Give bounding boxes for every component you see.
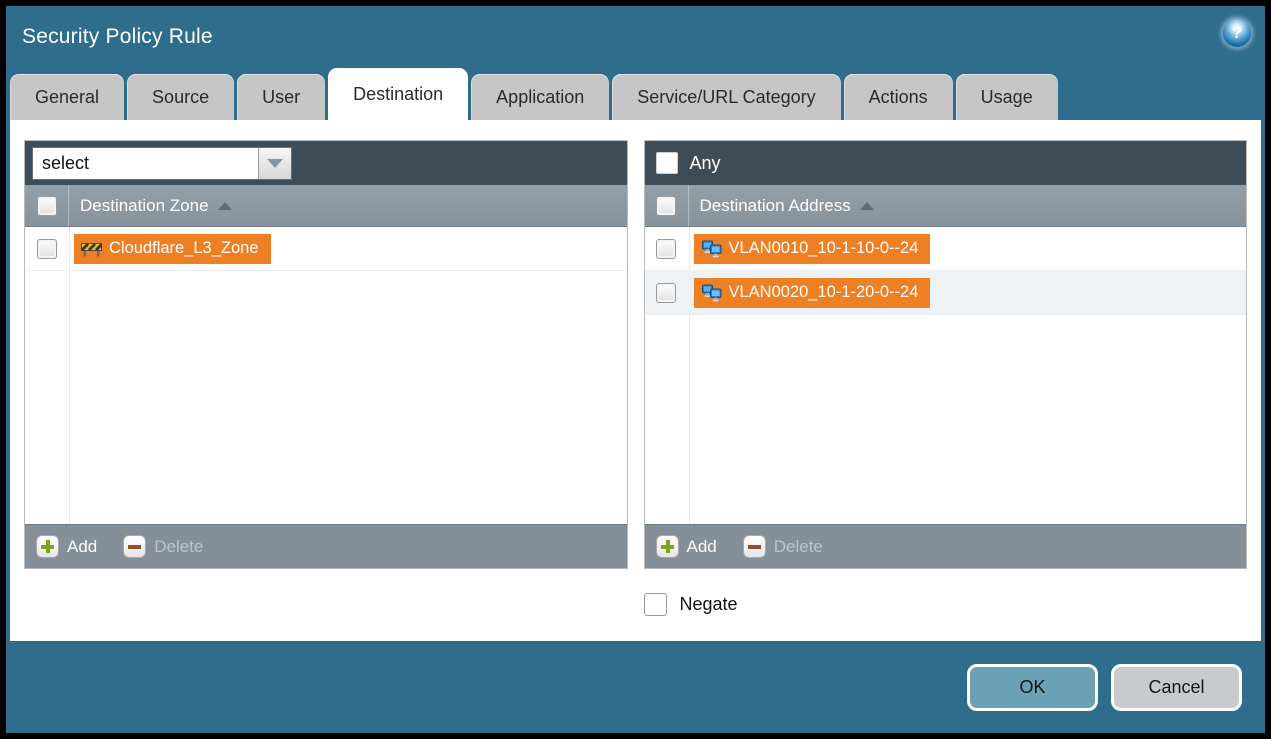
- address-chip[interactable]: VLAN0020_10-1-20-0--24: [694, 278, 931, 308]
- negate-row: Negate: [24, 589, 1247, 619]
- tab-service-url-category[interactable]: Service/URL Category: [612, 74, 840, 120]
- tab-application[interactable]: Application: [471, 74, 609, 120]
- zone-row-checkbox[interactable]: [37, 239, 57, 259]
- delete-icon: [743, 535, 766, 558]
- address-icon: [701, 240, 722, 258]
- dialog-titlebar: Security Policy Rule ?: [6, 6, 1265, 68]
- zone-panel-toolbar: [25, 141, 627, 185]
- zone-column-header: Destination Zone: [25, 185, 627, 227]
- add-icon: [656, 535, 679, 558]
- destination-zone-panel: Destination Zone: [24, 140, 628, 569]
- address-row-label: VLAN0010_10-1-10-0--24: [729, 239, 919, 258]
- help-icon[interactable]: ?: [1223, 19, 1251, 47]
- any-label: Any: [690, 153, 721, 174]
- tab-content-destination: Destination Zone: [10, 120, 1261, 641]
- address-list: VLAN0010_10-1-10-0--24: [645, 227, 1247, 524]
- address-select-all-checkbox[interactable]: [656, 196, 676, 216]
- zone-icon: [81, 240, 102, 257]
- tab-source[interactable]: Source: [127, 74, 234, 120]
- negate-checkbox[interactable]: [644, 593, 667, 616]
- dialog-title: Security Policy Rule: [22, 25, 213, 49]
- zone-add-button[interactable]: Add: [36, 535, 97, 558]
- destination-address-panel: Any Destination Address: [644, 140, 1248, 569]
- tab-bar: General Source User Destination Applicat…: [10, 68, 1261, 120]
- address-panel-toolbar: Any: [645, 141, 1247, 185]
- cancel-button[interactable]: Cancel: [1111, 664, 1242, 711]
- address-add-button[interactable]: Add: [656, 535, 717, 558]
- chevron-down-icon: [267, 159, 283, 168]
- ok-button[interactable]: OK: [967, 664, 1098, 711]
- zone-select-dropdown-button[interactable]: [258, 148, 291, 179]
- zone-list: Cloudflare_L3_Zone: [25, 227, 627, 524]
- delete-icon: [123, 535, 146, 558]
- address-row: VLAN0010_10-1-10-0--24: [645, 227, 1247, 271]
- negate-label: Negate: [680, 594, 738, 615]
- address-panel-footer: Add Delete: [645, 524, 1247, 568]
- sort-ascending-icon: [860, 202, 874, 210]
- add-icon: [36, 535, 59, 558]
- sort-ascending-icon: [218, 202, 232, 210]
- address-row-label: VLAN0020_10-1-20-0--24: [729, 283, 919, 302]
- tab-actions[interactable]: Actions: [844, 74, 953, 120]
- tab-user[interactable]: User: [237, 74, 325, 120]
- any-checkbox[interactable]: [656, 152, 678, 174]
- address-chip[interactable]: VLAN0010_10-1-10-0--24: [694, 234, 931, 264]
- address-row: VLAN0020_10-1-20-0--24: [645, 271, 1247, 315]
- address-column-header: Destination Address: [645, 185, 1247, 227]
- zone-column-title[interactable]: Destination Zone: [69, 196, 232, 216]
- zone-chip[interactable]: Cloudflare_L3_Zone: [74, 234, 271, 264]
- address-column-title[interactable]: Destination Address: [689, 196, 874, 216]
- tab-usage[interactable]: Usage: [956, 74, 1058, 120]
- zone-row-label: Cloudflare_L3_Zone: [109, 239, 259, 258]
- tab-general[interactable]: General: [10, 74, 124, 120]
- zone-select-input[interactable]: [33, 148, 258, 179]
- security-policy-rule-dialog: Security Policy Rule ? General Source Us…: [6, 6, 1265, 733]
- zone-panel-footer: Add Delete: [25, 524, 627, 568]
- dialog-footer: OK Cancel: [6, 641, 1265, 733]
- zone-select-all-checkbox[interactable]: [37, 196, 57, 216]
- address-row-checkbox[interactable]: [656, 239, 676, 259]
- tab-destination[interactable]: Destination: [328, 68, 468, 120]
- address-icon: [701, 284, 722, 302]
- zone-row: Cloudflare_L3_Zone: [25, 227, 627, 271]
- zone-select-combo: [32, 147, 292, 180]
- address-delete-button[interactable]: Delete: [743, 535, 823, 558]
- zone-delete-button[interactable]: Delete: [123, 535, 203, 558]
- address-row-checkbox[interactable]: [656, 283, 676, 303]
